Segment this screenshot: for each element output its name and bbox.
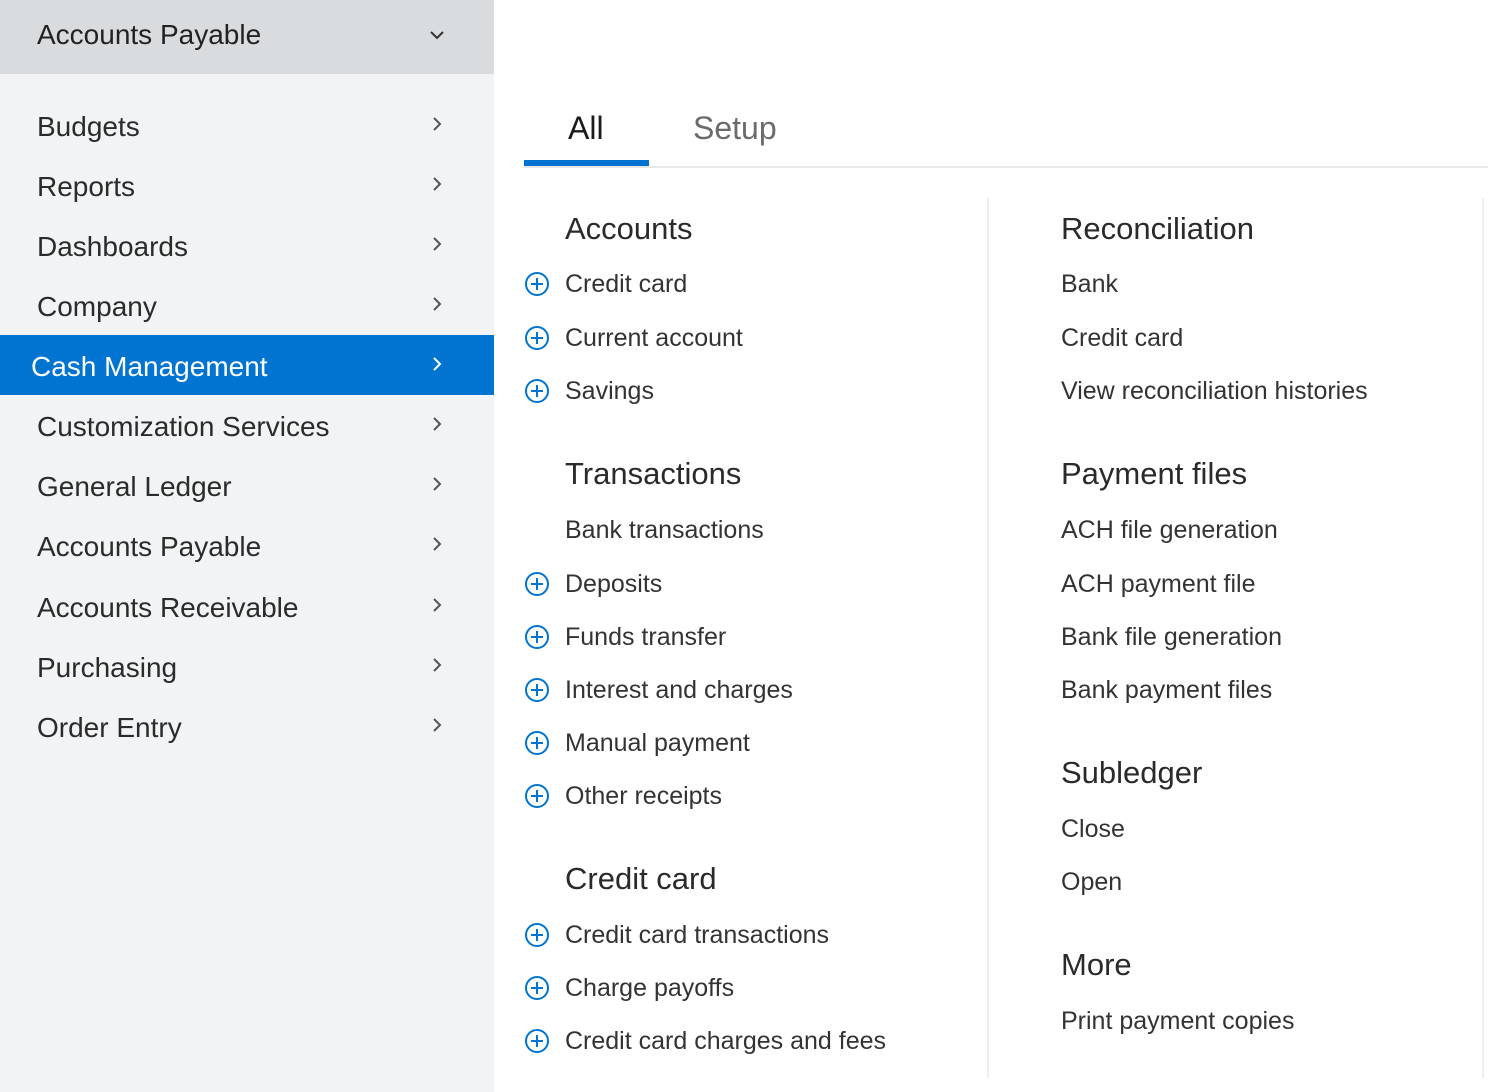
menu-link-credit-card-charges-and-fees[interactable]: Credit card charges and fees xyxy=(565,1027,886,1056)
sidebar-item-accounts-receivable[interactable]: Accounts Receivable xyxy=(0,576,494,636)
chevron-right-icon xyxy=(433,177,442,191)
menu-link-interest-and-charges[interactable]: Interest and charges xyxy=(565,676,793,705)
chevron-right-icon xyxy=(433,658,442,672)
chevron-down-icon xyxy=(430,31,444,40)
section-title-accounts: Accounts xyxy=(565,211,693,246)
sidebar-item-label: Cash Management xyxy=(31,351,268,382)
sidebar-item-dashboards[interactable]: Dashboards xyxy=(0,215,494,275)
menu-link-print-payment-copies[interactable]: Print payment copies xyxy=(1061,1007,1294,1036)
sidebar-item-label: Dashboards xyxy=(37,231,188,262)
menu-link-other-receipts[interactable]: Other receipts xyxy=(565,782,722,811)
sidebar-item-label: Accounts Payable xyxy=(37,531,262,562)
chevron-right-icon xyxy=(433,477,442,491)
section-title-more: More xyxy=(1061,947,1132,982)
menu-link-credit-card-transactions[interactable]: Credit card transactions xyxy=(565,921,829,950)
sidebar-item-label: Reports xyxy=(37,171,136,202)
menu-tabs: All Setup xyxy=(524,100,1488,168)
column-divider xyxy=(987,198,989,1078)
sidebar: Accounts Payable Budgets Reports Dashboa… xyxy=(0,0,494,1092)
sidebar-item-customization-services[interactable]: Customization Services xyxy=(0,395,494,455)
menu-link-bank-transactions[interactable]: Bank transactions xyxy=(565,516,764,545)
add-icon[interactable] xyxy=(524,1028,550,1054)
section-title-reconciliation: Reconciliation xyxy=(1061,211,1254,246)
menu-link-credit-card-account[interactable]: Credit card xyxy=(565,270,687,299)
add-icon[interactable] xyxy=(524,975,550,1001)
panel-edge xyxy=(1482,198,1484,1078)
menu-link-manual-payment[interactable]: Manual payment xyxy=(565,729,750,758)
section-title-subledger: Subledger xyxy=(1061,755,1203,790)
chevron-right-icon xyxy=(433,297,442,311)
section-title-transactions: Transactions xyxy=(565,456,742,491)
sidebar-item-label: Order Entry xyxy=(37,712,182,743)
add-icon[interactable] xyxy=(524,378,550,404)
menu-link-deposits[interactable]: Deposits xyxy=(565,570,662,599)
chevron-right-icon xyxy=(433,357,442,371)
sidebar-item-reports[interactable]: Reports xyxy=(0,155,494,215)
sidebar-item-budgets[interactable]: Budgets xyxy=(0,95,494,155)
add-icon[interactable] xyxy=(524,677,550,703)
sidebar-item-label: Company xyxy=(37,291,157,322)
add-icon[interactable] xyxy=(524,730,550,756)
module-switcher-label: Accounts Payable xyxy=(37,19,262,50)
add-icon[interactable] xyxy=(524,922,550,948)
menu-link-subledger-open[interactable]: Open xyxy=(1061,868,1122,897)
menu-link-savings[interactable]: Savings xyxy=(565,377,654,406)
menu-link-ach-payment-file[interactable]: ACH payment file xyxy=(1061,570,1256,599)
menu-link-view-reconciliation-histories[interactable]: View reconciliation histories xyxy=(1061,377,1368,406)
menu-link-reconcile-bank[interactable]: Bank xyxy=(1061,270,1118,299)
sidebar-item-company[interactable]: Company xyxy=(0,275,494,335)
sidebar-item-accounts-payable[interactable]: Accounts Payable xyxy=(0,515,494,575)
chevron-right-icon xyxy=(433,117,442,131)
active-tab-indicator xyxy=(524,160,649,166)
menu-link-current-account[interactable]: Current account xyxy=(565,324,743,353)
menu-link-reconcile-credit-card[interactable]: Credit card xyxy=(1061,324,1183,353)
add-icon[interactable] xyxy=(524,271,550,297)
chevron-right-icon xyxy=(433,237,442,251)
add-icon[interactable] xyxy=(524,783,550,809)
tab-all[interactable]: All xyxy=(568,110,604,147)
sidebar-item-order-entry[interactable]: Order Entry xyxy=(0,696,494,756)
tab-setup[interactable]: Setup xyxy=(693,110,777,147)
add-icon[interactable] xyxy=(524,624,550,650)
menu-link-subledger-close[interactable]: Close xyxy=(1061,815,1125,844)
module-switcher[interactable]: Accounts Payable xyxy=(0,0,494,74)
sidebar-item-label: Customization Services xyxy=(37,411,330,442)
menu-link-ach-file-generation[interactable]: ACH file generation xyxy=(1061,516,1278,545)
add-icon[interactable] xyxy=(524,325,550,351)
menu-link-charge-payoffs[interactable]: Charge payoffs xyxy=(565,974,734,1003)
sidebar-item-general-ledger[interactable]: General Ledger xyxy=(0,455,494,515)
section-title-payment-files: Payment files xyxy=(1061,456,1248,491)
sidebar-item-cash-management[interactable]: Cash Management xyxy=(0,335,494,395)
chevron-right-icon xyxy=(433,598,442,612)
menu-link-bank-file-generation[interactable]: Bank file generation xyxy=(1061,623,1282,652)
sidebar-item-purchasing[interactable]: Purchasing xyxy=(0,636,494,696)
sidebar-item-label: Budgets xyxy=(37,111,140,142)
menu-link-funds-transfer[interactable]: Funds transfer xyxy=(565,623,726,652)
chevron-right-icon xyxy=(433,718,442,732)
sidebar-item-label: General Ledger xyxy=(37,471,232,502)
chevron-right-icon xyxy=(433,417,442,431)
section-title-credit-card: Credit card xyxy=(565,861,717,896)
chevron-right-icon xyxy=(433,537,442,551)
sidebar-item-label: Purchasing xyxy=(37,652,178,683)
menu-link-bank-payment-files[interactable]: Bank payment files xyxy=(1061,676,1272,705)
add-icon[interactable] xyxy=(524,571,550,597)
sidebar-item-label: Accounts Receivable xyxy=(37,592,299,623)
